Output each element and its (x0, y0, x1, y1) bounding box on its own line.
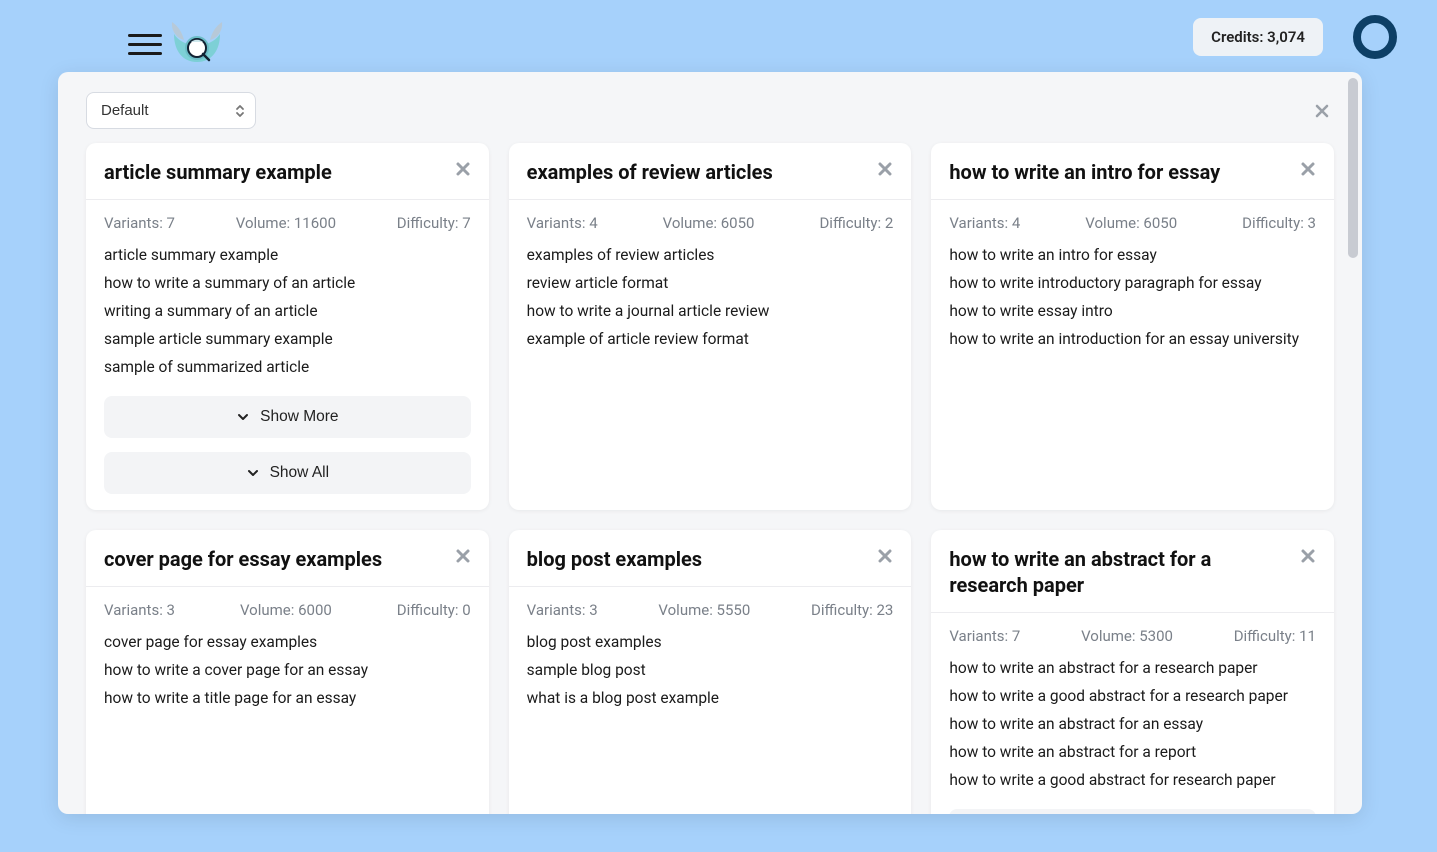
sort-select[interactable]: Default (86, 92, 256, 129)
keyword-item: writing a summary of an article (104, 302, 471, 320)
keyword-item: examples of review articles (527, 246, 894, 264)
keyword-item: how to write an intro for essay (949, 246, 1316, 264)
card-title: cover page for essay examples (104, 546, 392, 572)
close-panel-button[interactable] (1310, 99, 1334, 123)
card-close-button[interactable] (1300, 159, 1316, 177)
keyword-card: how to write an intro for essay Variants:… (931, 143, 1334, 510)
keyword-item: how to write a journal article review (527, 302, 894, 320)
avatar[interactable] (1353, 15, 1397, 59)
close-icon (877, 548, 893, 564)
keyword-item: sample article summary example (104, 330, 471, 348)
card-difficulty: Difficulty: 0 (397, 601, 471, 619)
card-volume: Volume: 5550 (658, 601, 750, 619)
hamburger-menu[interactable] (128, 28, 162, 61)
keyword-card: cover page for essay examples Variants: 3… (86, 530, 489, 814)
keyword-card: how to write an abstract for a research … (931, 530, 1334, 814)
card-close-button[interactable] (455, 159, 471, 177)
keyword-item: review article format (527, 274, 894, 292)
card-title: examples of review articles (527, 159, 783, 185)
card-difficulty: Difficulty: 3 (1242, 214, 1316, 232)
close-icon (455, 548, 471, 564)
results-panel: Default article summary example Variants:… (58, 72, 1362, 814)
show-all-button[interactable]: Show All (104, 452, 471, 494)
keyword-item: example of article review format (527, 330, 894, 348)
card-close-button[interactable] (877, 546, 893, 564)
app-logo[interactable] (168, 12, 226, 70)
keyword-item: how to write an abstract for an essay (949, 715, 1316, 733)
card-variants: Variants: 7 (104, 214, 175, 232)
card-variants: Variants: 7 (949, 627, 1020, 645)
keyword-item: how to write a title page for an essay (104, 689, 471, 707)
keyword-item: blog post examples (527, 633, 894, 651)
keyword-item: cover page for essay examples (104, 633, 471, 651)
keyword-item: how to write an abstract for a report (949, 743, 1316, 761)
card-title: how to write an abstract for a research … (949, 546, 1300, 598)
card-difficulty: Difficulty: 2 (819, 214, 893, 232)
show-more-button[interactable]: Show More (104, 396, 471, 438)
keyword-item: how to write a good abstract for researc… (949, 771, 1316, 789)
card-variants: Variants: 3 (527, 601, 598, 619)
card-close-button[interactable] (877, 159, 893, 177)
keyword-item: how to write an introduction for an essa… (949, 330, 1316, 348)
keyword-item: how to write a summary of an article (104, 274, 471, 292)
keyword-item: how to write a good abstract for a resea… (949, 687, 1316, 705)
card-close-button[interactable] (455, 546, 471, 564)
keyword-item: how to write an abstract for a research … (949, 659, 1316, 677)
keyword-card: article summary example Variants: 7 Volume… (86, 143, 489, 510)
keyword-card: blog post examples Variants: 3 Volume: 555… (509, 530, 912, 814)
keyword-item: how to write essay intro (949, 302, 1316, 320)
keyword-item: how to write a cover page for an essay (104, 661, 471, 679)
show-more-label: Show More (260, 408, 338, 426)
keyword-item: sample blog post (527, 661, 894, 679)
keyword-item: sample of summarized article (104, 358, 471, 376)
card-volume: Volume: 5300 (1081, 627, 1173, 645)
card-title: blog post examples (527, 546, 712, 572)
card-volume: Volume: 6000 (240, 601, 332, 619)
card-title: how to write an intro for essay (949, 159, 1230, 185)
chevron-down-icon (246, 466, 260, 480)
card-variants: Variants: 4 (949, 214, 1020, 232)
keyword-item: what is a blog post example (527, 689, 894, 707)
chevron-down-icon (236, 410, 250, 424)
scrollbar[interactable] (1348, 78, 1358, 258)
show-more-button[interactable]: Show More (949, 809, 1316, 814)
card-variants: Variants: 4 (527, 214, 598, 232)
close-icon (877, 161, 893, 177)
keyword-item: article summary example (104, 246, 471, 264)
close-icon (1300, 548, 1316, 564)
card-title: article summary example (104, 159, 342, 185)
keyword-card: examples of review articles Variants: 4 Vo… (509, 143, 912, 510)
card-difficulty: Difficulty: 23 (811, 601, 893, 619)
close-icon (1300, 161, 1316, 177)
card-volume: Volume: 6050 (663, 214, 755, 232)
card-variants: Variants: 3 (104, 601, 175, 619)
card-difficulty: Difficulty: 7 (397, 214, 471, 232)
credits-badge[interactable]: Credits: 3,074 (1193, 18, 1323, 56)
keyword-item: how to write introductory paragraph for … (949, 274, 1316, 292)
card-difficulty: Difficulty: 11 (1234, 627, 1316, 645)
show-all-label: Show All (270, 464, 329, 482)
card-close-button[interactable] (1300, 546, 1316, 564)
card-volume: Volume: 6050 (1085, 214, 1177, 232)
card-volume: Volume: 11600 (236, 214, 336, 232)
close-icon (455, 161, 471, 177)
